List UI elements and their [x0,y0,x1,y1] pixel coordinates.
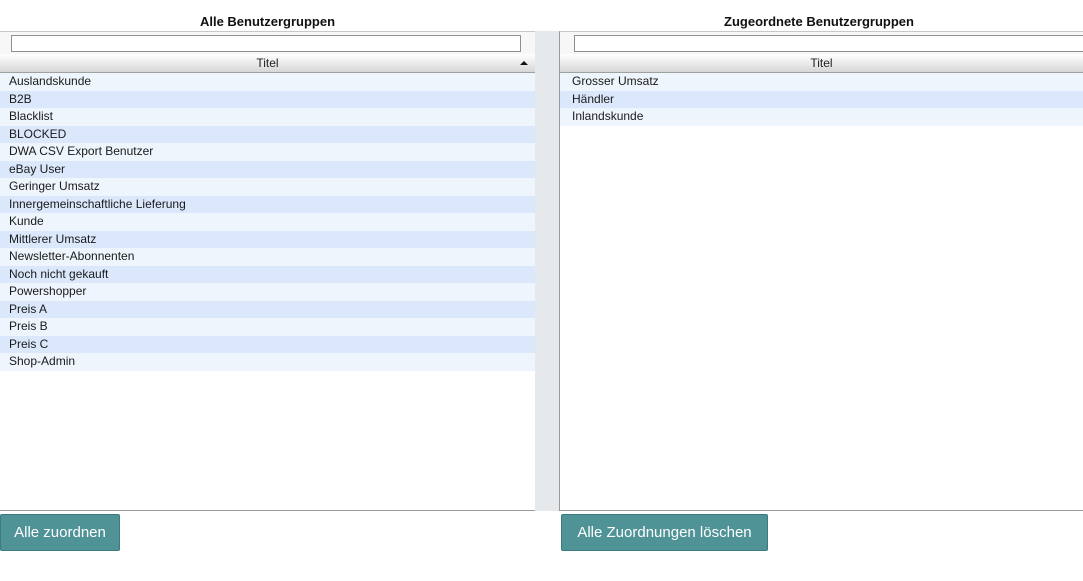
list-item[interactable]: DWA CSV Export Benutzer [0,143,535,161]
all-user-groups-grid: Titel Auslandskunde B2B Blacklist BLOCKED DW… [0,31,535,511]
list-item[interactable]: eBay User [0,160,535,178]
all-user-groups-title: Alle Benutzergruppen [199,14,336,29]
list-item[interactable]: Mittlerer Umsatz [0,230,535,248]
list-item[interactable]: Noch nicht gekauft [0,265,535,283]
list-item[interactable]: Innergemeinschaftliche Lieferung [0,195,535,213]
list-item[interactable]: Auslandskunde [0,73,535,91]
column-header-label: Titel [256,56,279,70]
panel-splitter[interactable] [535,31,559,511]
column-header-label: Titel [810,56,833,70]
assigned-user-groups-list: Grosser Umsatz Händler Inlandskunde [560,73,1083,126]
all-user-groups-filter-row [0,32,535,54]
list-item[interactable]: Preis B [0,318,535,336]
list-item[interactable]: Preis A [0,300,535,318]
all-user-groups-column-header-titel[interactable]: Titel [0,54,535,73]
list-item[interactable]: Kunde [0,213,535,231]
assigned-user-groups-title: Zugeordnete Benutzergruppen [724,14,914,29]
assigned-user-groups-panel: Zugeordnete Benutzergruppen Titel Grosse… [559,0,1083,511]
list-item[interactable]: B2B [0,90,535,108]
list-item[interactable]: Preis C [0,335,535,353]
sort-ascending-icon[interactable] [520,61,528,65]
list-item[interactable]: Grosser Umsatz [560,73,1083,91]
list-item[interactable]: Powershopper [0,283,535,301]
list-item[interactable]: Newsletter-Abonnenten [0,248,535,266]
assigned-user-groups-filter-row [560,32,1083,54]
assigned-user-groups-column-header-titel[interactable]: Titel [560,54,1083,73]
all-user-groups-list: Auslandskunde B2B Blacklist BLOCKED DWA CSV … [0,73,535,371]
all-user-groups-panel: Alle Benutzergruppen Titel Auslandskunde… [0,0,535,511]
all-user-groups-filter-input[interactable] [11,35,521,52]
list-item[interactable]: Inlandskunde [560,108,1083,126]
remove-all-assignments-button[interactable]: Alle Zuordnungen löschen [561,514,768,551]
list-item[interactable]: Blacklist [0,108,535,126]
list-item[interactable]: Händler [560,90,1083,108]
list-item[interactable]: Shop-Admin [0,353,535,371]
assigned-user-groups-filter-input[interactable] [574,35,1083,52]
assign-all-button[interactable]: Alle zuordnen [0,514,120,551]
list-item[interactable]: Geringer Umsatz [0,178,535,196]
assigned-user-groups-grid: Titel Grosser Umsatz Händler Inlandskunde [559,31,1083,511]
list-item[interactable]: BLOCKED [0,125,535,143]
